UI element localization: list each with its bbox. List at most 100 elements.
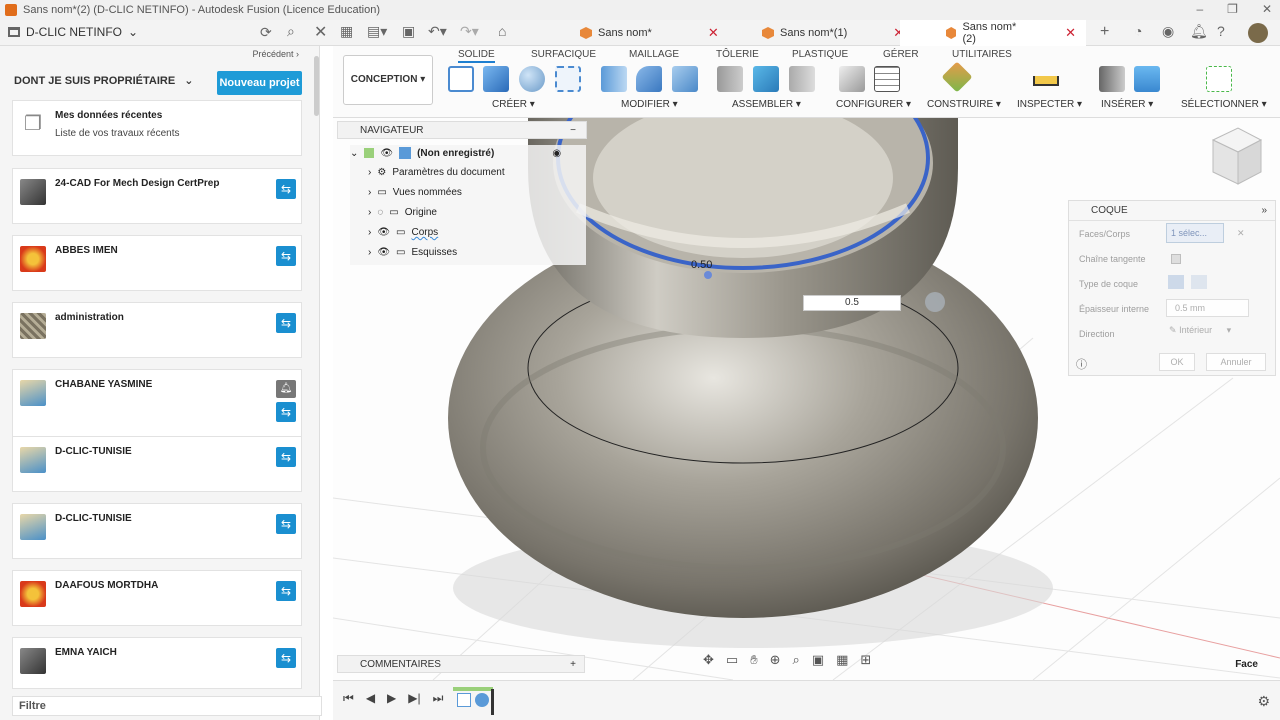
share-icon[interactable]: ⇆: [276, 581, 296, 601]
new-component-icon[interactable]: [753, 66, 779, 92]
chamfer-icon[interactable]: [672, 66, 698, 92]
tree-item-document-settings[interactable]: › ⚙ Paramètres du document: [368, 167, 505, 178]
share-icon[interactable]: ⇆: [276, 246, 296, 266]
group-create[interactable]: CRÉER ▾: [492, 99, 535, 110]
extensions-icon[interactable]: ◔: [1134, 23, 1142, 39]
project-card[interactable]: EMNA YAICH ⇆: [12, 637, 302, 689]
group-construct[interactable]: CONSTRUIRE ▾: [927, 99, 1001, 110]
group-modify[interactable]: MODIFIER ▾: [621, 99, 678, 110]
grid-settings-icon[interactable]: ▦: [836, 652, 848, 668]
collapse-icon[interactable]: −: [570, 122, 576, 139]
configuration-table-icon[interactable]: [874, 66, 900, 92]
file-menu-icon[interactable]: ▤▾: [367, 23, 387, 40]
look-at-icon[interactable]: ▭: [726, 652, 738, 668]
tab-gerer[interactable]: GÉRER: [883, 49, 919, 60]
minimize-button[interactable]: –: [1196, 2, 1203, 16]
project-card[interactable]: CHABANE YASMINE 🔔︎ ⇆: [12, 369, 302, 437]
close-panel-icon[interactable]: ✕: [314, 22, 327, 42]
group-insert[interactable]: INSÉRER ▾: [1101, 99, 1153, 110]
project-card[interactable]: 24-CAD For Mech Design CertPrep ⇆: [12, 168, 302, 224]
tree-item-bodies[interactable]: › 👁︎ ▭ Corps: [368, 227, 438, 238]
display-settings-icon[interactable]: ▣: [812, 652, 824, 668]
shell-type-inside-icon[interactable]: [1168, 275, 1184, 289]
measure-icon[interactable]: [1033, 76, 1059, 86]
project-card[interactable]: D-CLIC-TUNISIE ⇆: [12, 436, 302, 492]
home-icon[interactable]: ⌂: [498, 23, 506, 39]
direction-dropdown[interactable]: ✎ Intérieur ▾: [1169, 325, 1251, 341]
activate-radio-icon[interactable]: ◉: [552, 148, 561, 159]
thickness-input[interactable]: 0.5 mm: [1166, 299, 1249, 317]
tab-tolerie[interactable]: TÔLERIE: [716, 49, 759, 60]
add-comment-icon[interactable]: +: [570, 656, 576, 673]
offset-plane-icon[interactable]: [941, 61, 973, 93]
extrude-icon[interactable]: [483, 66, 509, 92]
job-status-icon[interactable]: ◉: [1162, 23, 1174, 40]
notifications-icon[interactable]: 🔔︎: [1190, 23, 1208, 40]
dimension-handle[interactable]: [704, 271, 712, 279]
group-inspect[interactable]: INSPECTER ▾: [1017, 99, 1082, 110]
tab-utilitaires[interactable]: UTILITAIRES: [952, 49, 1012, 60]
create-sketch-icon[interactable]: [448, 66, 474, 92]
go-to-start-icon[interactable]: ⏮: [343, 691, 354, 706]
step-forward-icon[interactable]: ▶|: [408, 691, 420, 706]
share-icon[interactable]: ⇆: [276, 447, 296, 467]
comments-panel[interactable]: COMMENTAIRES +: [337, 655, 585, 673]
group-select[interactable]: SÉLECTIONNER ▾: [1181, 99, 1267, 110]
previous-link[interactable]: Précédent ›: [252, 49, 299, 59]
refresh-icon[interactable]: ⟳: [260, 24, 272, 41]
owner-filter-heading[interactable]: DONT JE SUIS PROPRIÉTAIRE ⌄: [14, 74, 193, 87]
workspace-selector[interactable]: CONCEPTION ▾: [343, 55, 433, 105]
panel-scrollbar[interactable]: [314, 56, 319, 116]
view-cube[interactable]: [1211, 127, 1263, 185]
team-selector[interactable]: D-CLIC NETINFO ⌄: [8, 25, 138, 39]
shell-type-outside-icon[interactable]: [1191, 275, 1207, 289]
joint-icon[interactable]: [717, 66, 743, 92]
play-icon[interactable]: ▶: [387, 691, 396, 706]
search-icon[interactable]: ⌕: [287, 23, 295, 40]
eye-hidden-icon[interactable]: ◌: [377, 207, 383, 218]
undo-icon[interactable]: ↶▾: [428, 23, 447, 40]
apps-grid-icon[interactable]: ▦: [340, 23, 353, 40]
redo-icon[interactable]: ↷▾: [460, 23, 479, 40]
fillet-icon[interactable]: [636, 66, 662, 92]
expand-icon[interactable]: »: [1261, 201, 1267, 221]
viewports-icon[interactable]: ⊞: [860, 652, 871, 668]
maximize-button[interactable]: ❐: [1227, 2, 1238, 16]
step-back-icon[interactable]: ◀: [366, 691, 375, 706]
close-tab-icon[interactable]: ✕: [708, 25, 719, 41]
fit-icon[interactable]: ⌕: [793, 652, 800, 668]
browser-navigator[interactable]: NAVIGATEUR −: [337, 121, 587, 139]
avatar[interactable]: [1248, 23, 1268, 43]
new-project-button[interactable]: Nouveau projet: [217, 71, 302, 95]
new-tab-button[interactable]: +: [1100, 23, 1109, 41]
notification-bell-icon[interactable]: 🔔︎: [276, 380, 296, 398]
tab-sans-nom[interactable]: Sans nom* ✕: [570, 20, 729, 46]
share-icon[interactable]: ⇆: [276, 402, 296, 422]
share-icon[interactable]: ⇆: [276, 179, 296, 199]
group-assemble[interactable]: ASSEMBLER ▾: [732, 99, 801, 110]
recent-data-card[interactable]: ❐ Mes données récentes Liste de vos trav…: [12, 100, 302, 156]
go-to-end-icon[interactable]: ⏭: [433, 691, 444, 706]
insert-image-icon[interactable]: [1134, 66, 1160, 92]
pattern-icon[interactable]: [555, 66, 581, 92]
project-card[interactable]: DAAFOUS MORTDHA ⇆: [12, 570, 302, 626]
eye-icon[interactable]: 👁︎: [380, 148, 393, 159]
group-configure[interactable]: CONFIGURER ▾: [836, 99, 911, 110]
as-built-joint-icon[interactable]: [789, 66, 815, 92]
configure-icon[interactable]: [839, 66, 865, 92]
select-icon[interactable]: [1206, 66, 1232, 92]
tree-root[interactable]: ⌄ 👁︎ (Non enregistré) ◉: [350, 147, 561, 159]
orbit-icon[interactable]: ✥: [703, 652, 714, 668]
clear-selection-icon[interactable]: ✕: [1237, 228, 1245, 239]
move-manipulator-icon[interactable]: [925, 292, 945, 312]
press-pull-icon[interactable]: [601, 66, 627, 92]
tree-item-origin[interactable]: › ◌ ▭ Origine: [368, 207, 437, 218]
info-icon[interactable]: ⓘ: [1076, 356, 1087, 372]
cancel-button[interactable]: Annuler: [1206, 353, 1266, 371]
sketch-feature-icon[interactable]: [457, 693, 471, 707]
eye-icon[interactable]: 👁︎: [377, 227, 390, 238]
insert-derive-icon[interactable]: [1099, 66, 1125, 92]
timeline-settings-icon[interactable]: ⚙: [1257, 693, 1270, 710]
zoom-icon[interactable]: ⊕: [770, 652, 781, 668]
timeline-marker[interactable]: [491, 689, 494, 715]
